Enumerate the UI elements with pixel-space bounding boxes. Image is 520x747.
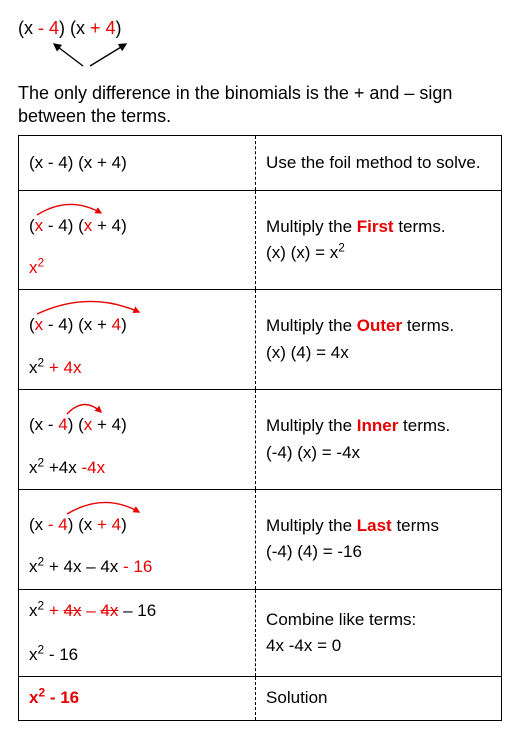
- explain-text: terms: [392, 516, 439, 535]
- run-text: x: [29, 458, 38, 477]
- table-row: x2 + 4x – 4x – 16 x2 - 16 Combine like t…: [19, 589, 502, 677]
- table-row: (x - 4) (x + 4) x2 Multiply the First te…: [19, 190, 502, 290]
- cell-expression: (x - 4) (x + 4): [19, 135, 256, 190]
- combine-line1: x2 + 4x – 4x – 16: [29, 598, 245, 624]
- header-minus: - 4: [38, 18, 59, 38]
- calc-text: 4x -4x = 0: [266, 636, 341, 655]
- calc-sup: 2: [338, 240, 345, 254]
- cell-explain: Solution: [256, 677, 502, 720]
- cell-explain: Use the foil method to solve.: [256, 135, 502, 190]
- cell-expression: (x - 4) (x + 4) x2 + 4x – 4x - 16: [19, 489, 256, 589]
- calc-text: (-4) (4) = -16: [266, 542, 362, 561]
- t: x: [29, 645, 38, 664]
- explain-text: Combine like terms:: [266, 610, 416, 629]
- explain-text: Multiply the: [266, 316, 357, 335]
- t: –: [81, 601, 100, 620]
- running-result: x2 + 4x – 4x - 16: [29, 554, 245, 580]
- cell-expression: x2 + 4x – 4x – 16 x2 - 16: [19, 589, 256, 677]
- t: x: [29, 601, 38, 620]
- foil-keyword: Last: [357, 516, 392, 535]
- t: – 16: [118, 601, 156, 620]
- running-result: x2: [29, 255, 245, 281]
- struck: 4x: [100, 601, 118, 620]
- run-text: x: [29, 358, 38, 377]
- cell-explain: Combine like terms: 4x -4x = 0: [256, 589, 502, 677]
- foil-keyword: First: [357, 217, 394, 236]
- foil-keyword: Inner: [357, 416, 399, 435]
- run-red: - 16: [123, 557, 152, 576]
- run-text: +4x: [44, 458, 81, 477]
- arc-last: [29, 496, 189, 516]
- arc-outer: [29, 296, 189, 316]
- explain-text: Solution: [266, 688, 327, 707]
- cell-expression: (x - 4) (x + 4) x2 +4x -4x: [19, 390, 256, 490]
- header-plus: + 4: [90, 18, 116, 38]
- header-expression: (x - 4) (x + 4): [18, 18, 502, 39]
- header-text: ): [116, 18, 122, 38]
- table-row: (x - 4) (x + 4) x2 + 4x – 4x - 16 Multip…: [19, 489, 502, 589]
- running-result: x2 +4x -4x: [29, 455, 245, 481]
- explain-text: Multiply the: [266, 416, 357, 435]
- cell-expression: (x - 4) (x + 4) x2: [19, 190, 256, 290]
- t: - 16: [44, 645, 78, 664]
- run-text: x: [29, 557, 38, 576]
- intro-text: The only difference in the binomials is …: [18, 82, 502, 129]
- expr-text: (x - 4) (x + 4): [29, 153, 127, 172]
- running-result: x2 + 4x: [29, 355, 245, 381]
- cell-explain: Multiply the Outer terms. (x) (4) = 4x: [256, 290, 502, 390]
- table-row: (x - 4) (x + 4) x2 +4x -4x Multiply the …: [19, 390, 502, 490]
- foil-keyword: Outer: [357, 316, 402, 335]
- explain-text: terms.: [398, 416, 450, 435]
- foil-table: (x - 4) (x + 4) Use the foil method to s…: [18, 135, 502, 721]
- table-row: x2 - 16 Solution: [19, 677, 502, 720]
- run-red: -4x: [81, 458, 105, 477]
- cell-expression: (x - 4) (x + 4) x2 + 4x: [19, 290, 256, 390]
- explain-text: Multiply the: [266, 217, 357, 236]
- run-text: + 4x – 4x: [44, 557, 123, 576]
- header-text: (x: [18, 18, 38, 38]
- run-red: + 4x: [44, 358, 81, 377]
- branch-arrows: [48, 41, 148, 69]
- cell-explain: Multiply the Inner terms. (-4) (x) = -4x: [256, 390, 502, 490]
- cell-explain: Multiply the First terms. (x) (x) = x2: [256, 190, 502, 290]
- calc-text: (x) (4) = 4x: [266, 343, 349, 362]
- cell-explain: Multiply the Last terms (-4) (4) = -16: [256, 489, 502, 589]
- run-sup: 2: [38, 255, 45, 269]
- run-text: x: [29, 258, 38, 277]
- table-row: (x - 4) (x + 4) Use the foil method to s…: [19, 135, 502, 190]
- struck: 4x: [64, 601, 82, 620]
- sol-text: - 16: [45, 688, 79, 707]
- explain-text: terms.: [402, 316, 454, 335]
- cell-expression: x2 - 16: [19, 677, 256, 720]
- calc-text: (-4) (x) = -4x: [266, 443, 360, 462]
- explain-text: terms.: [394, 217, 446, 236]
- table-row: (x - 4) (x + 4) x2 + 4x Multiply the Out…: [19, 290, 502, 390]
- t: +: [44, 601, 63, 620]
- arc-first: [29, 197, 169, 217]
- combine-line2: x2 - 16: [29, 642, 245, 668]
- explain-text: Multiply the: [266, 516, 357, 535]
- header-text: ) (x: [59, 18, 90, 38]
- explain-text: Use the foil method to solve.: [266, 153, 481, 172]
- calc-text: (x) (x) = x: [266, 243, 338, 262]
- arc-inner: [29, 396, 169, 416]
